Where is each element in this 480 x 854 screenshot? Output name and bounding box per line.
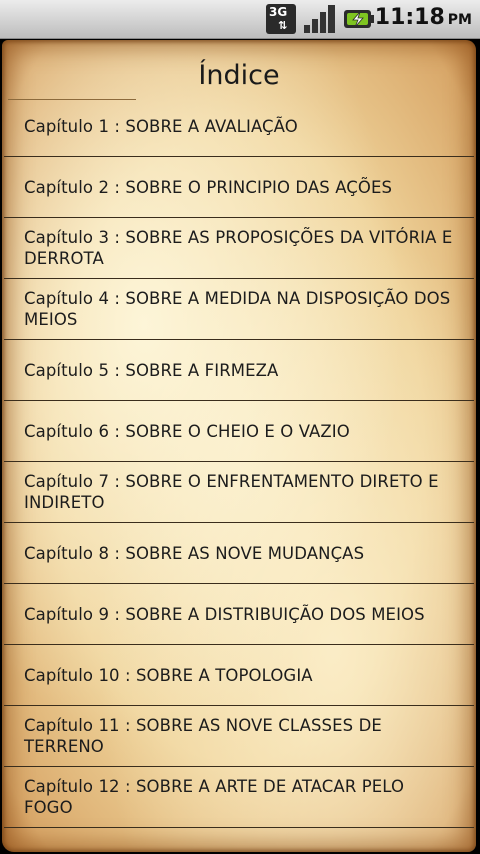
- chapter-item-11[interactable]: Capítulo 11 : SOBRE AS NOVE CLASSES DE T…: [4, 706, 474, 767]
- chapter-item-3[interactable]: Capítulo 3 : SOBRE AS PROPOSIÇÕES DA VIT…: [4, 218, 474, 279]
- network-3g-icon: 3G ⇅: [266, 4, 296, 34]
- chapter-label: Capítulo 1 : SOBRE A AVALIAÇÃO: [24, 117, 298, 136]
- chapter-label: Capítulo 12 : SOBRE A ARTE DE ATACAR PEL…: [24, 777, 405, 817]
- chapter-list[interactable]: Capítulo 1 : SOBRE A AVALIAÇÃO Capítulo …: [4, 97, 474, 828]
- chapter-label: Capítulo 11 : SOBRE AS NOVE CLASSES DE T…: [24, 716, 382, 756]
- chapter-label: Capítulo 5 : SOBRE A FIRMEZA: [24, 360, 279, 380]
- chapter-label: Capítulo 6 : SOBRE O CHEIO E O VAZIO: [24, 421, 350, 441]
- chapter-item-2[interactable]: Capítulo 2 : SOBRE O PRINCIPIO DAS AÇÕES: [4, 157, 474, 218]
- network-type-label: 3G: [269, 5, 288, 19]
- chapter-item-7[interactable]: Capítulo 7 : SOBRE O ENFRENTAMENTO DIRET…: [4, 462, 474, 523]
- chapter-label: Capítulo 8 : SOBRE AS NOVE MUDANÇAS: [24, 543, 365, 563]
- chapter-label: Capítulo 2 : SOBRE O PRINCIPIO DAS AÇÕES: [24, 177, 393, 197]
- battery-charging-icon: [344, 10, 374, 28]
- data-activity-icon: ⇅: [278, 19, 288, 32]
- page-title: Índice: [198, 60, 280, 91]
- chapter-label: Capítulo 4 : SOBRE A MEDIDA NA DISPOSIÇÃ…: [24, 289, 451, 329]
- chapter-label: Capítulo 10 : SOBRE A TOPOLOGIA: [24, 665, 313, 685]
- status-bar: 3G ⇅ 11:18 PM: [0, 0, 480, 39]
- chapter-item-5[interactable]: Capítulo 5 : SOBRE A FIRMEZA: [4, 340, 474, 401]
- clock-time: 11:18: [374, 5, 445, 30]
- chapter-item-8[interactable]: Capítulo 8 : SOBRE AS NOVE MUDANÇAS: [4, 523, 474, 584]
- clock: 11:18 PM: [375, 5, 472, 30]
- chapter-label: Capítulo 7 : SOBRE O ENFRENTAMENTO DIRET…: [24, 472, 439, 512]
- parchment-background: Índice Capítulo 1 : SOBRE A AVALIAÇÃO Ca…: [2, 40, 476, 852]
- chapter-item-6[interactable]: Capítulo 6 : SOBRE O CHEIO E O VAZIO: [4, 401, 474, 462]
- chapter-item-10[interactable]: Capítulo 10 : SOBRE A TOPOLOGIA: [4, 645, 474, 706]
- chapter-item-12[interactable]: Capítulo 12 : SOBRE A ARTE DE ATACAR PEL…: [4, 767, 474, 828]
- chapter-item-1[interactable]: Capítulo 1 : SOBRE A AVALIAÇÃO: [4, 97, 474, 157]
- chapter-label: Capítulo 9 : SOBRE A DISTRIBUIÇÃO DOS ME…: [24, 604, 425, 624]
- clock-ampm: PM: [447, 12, 472, 28]
- chapter-label: Capítulo 3 : SOBRE AS PROPOSIÇÕES DA VIT…: [24, 228, 453, 268]
- chapter-item-9[interactable]: Capítulo 9 : SOBRE A DISTRIBUIÇÃO DOS ME…: [4, 584, 474, 645]
- chapter-item-4[interactable]: Capítulo 4 : SOBRE A MEDIDA NA DISPOSIÇÃ…: [4, 279, 474, 340]
- signal-strength-icon: [304, 5, 335, 33]
